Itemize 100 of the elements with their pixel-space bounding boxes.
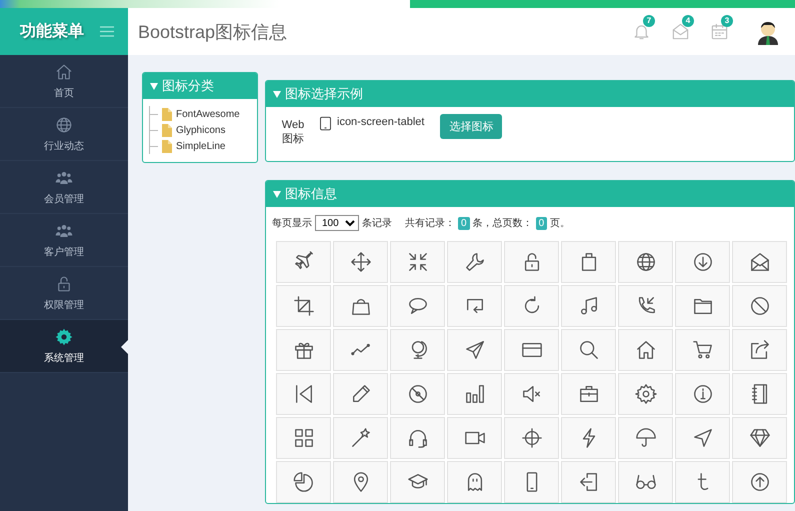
icon-tile[interactable] [561,373,616,415]
headphones-icon [406,427,428,449]
icon-tile[interactable] [732,285,787,327]
category-link[interactable]: Glyphicons [176,124,226,136]
icon-tile[interactable] [333,417,388,459]
icon-tile[interactable] [504,417,559,459]
field-label: Web 图标 [280,118,306,146]
icon-tile[interactable] [732,241,787,283]
icon-tile[interactable] [390,285,445,327]
cart-icon [692,339,714,361]
icon-tile[interactable] [390,241,445,283]
pie-chart-icon [292,471,314,493]
icon-tile[interactable] [561,417,616,459]
icon-tile[interactable] [390,417,445,459]
icon-tile[interactable] [504,373,559,415]
icon-tile[interactable] [447,285,502,327]
padlock-icon [55,274,73,292]
caret-icon [273,190,281,198]
file-icon [162,124,172,136]
pages-label: 条，总页数： [472,216,533,230]
calendar-icon [710,22,729,40]
move-arrows-icon [350,251,372,273]
briefcase-icon [578,383,600,405]
icon-tile[interactable] [504,329,559,371]
icon-tile[interactable] [618,285,673,327]
icon-tile[interactable] [276,241,331,283]
icon-tile[interactable] [675,373,730,415]
icon-tile[interactable] [561,241,616,283]
sidebar-title: 功能菜单 [20,22,84,42]
count-badge: 0 [458,216,470,230]
icon-tile[interactable] [276,329,331,371]
icon-tile[interactable] [561,329,616,371]
magic-wand-icon [350,427,372,449]
globe-icon [55,116,73,134]
page-size-select[interactable]: 100 [315,215,359,231]
icon-tile[interactable] [504,285,559,327]
login-icon [578,471,600,493]
icon-tile[interactable] [618,329,673,371]
icon-tile[interactable] [276,461,331,503]
icon-tile[interactable] [618,461,673,503]
icon-tile[interactable] [447,373,502,415]
icon-tile[interactable] [447,329,502,371]
icon-tile[interactable] [618,241,673,283]
icon-tile[interactable] [732,461,787,503]
caret-icon [150,82,158,90]
crop-icon [292,295,314,317]
icon-tile[interactable] [732,373,787,415]
icon-tile[interactable] [333,373,388,415]
icon-tile[interactable] [504,241,559,283]
envelope-icon [671,22,690,40]
total-label: 共有记录： [405,216,455,230]
count-badge: 0 [536,216,548,230]
count-badge: 4 [682,14,694,26]
shrink-arrows-icon [406,251,428,273]
diamond-icon [748,427,770,449]
icon-tile[interactable] [333,329,388,371]
envelope-open-icon [748,251,770,273]
icon-tile[interactable] [675,417,730,459]
icon-tile[interactable] [675,285,730,327]
file-icon [162,140,172,152]
icon-tile[interactable] [675,241,730,283]
icon-tile[interactable] [732,329,787,371]
home-icon [55,62,73,80]
icon-tile[interactable] [561,461,616,503]
cursor-arrow-icon [692,427,714,449]
icon-tile[interactable] [276,285,331,327]
icon-tile[interactable] [333,241,388,283]
file-icon [162,108,172,120]
icon-tile[interactable] [504,461,559,503]
icon-tile[interactable] [333,461,388,503]
icon-tile[interactable] [447,417,502,459]
icon-tile[interactable] [732,417,787,459]
records-label: 条记录 [362,217,392,230]
page-title: Bootstrap图标信息 [138,20,288,44]
panel-title: 图标分类 [162,77,214,95]
icon-tile[interactable] [675,329,730,371]
icon-tile[interactable] [390,373,445,415]
icon-tile[interactable] [333,285,388,327]
up-arrow-circle-icon [748,471,770,493]
category-link[interactable]: FontAwesome [176,108,240,120]
icon-tile[interactable] [390,461,445,503]
page-size-label: 每页显示 [272,217,312,230]
icon-tile[interactable] [618,417,673,459]
icon-tile[interactable] [447,241,502,283]
icon-tile[interactable] [675,461,730,503]
crosshair-icon [520,427,542,449]
down-arrow-circle-icon [692,251,714,273]
icon-tile[interactable] [618,373,673,415]
category-link[interactable]: SimpleLine [176,140,226,152]
pages-unit: 页。 [550,217,570,230]
wrench-icon [464,251,486,273]
sidebar-item[interactable]: 系统管理 [0,320,128,373]
icon-tile[interactable] [390,329,445,371]
icon-tile[interactable] [276,373,331,415]
speech-bubble-icon [406,295,428,317]
icon-tile[interactable] [447,461,502,503]
icon-tile[interactable] [561,285,616,327]
icon-tile[interactable] [276,417,331,459]
settings-icon [634,383,656,405]
search-icon [578,339,600,361]
